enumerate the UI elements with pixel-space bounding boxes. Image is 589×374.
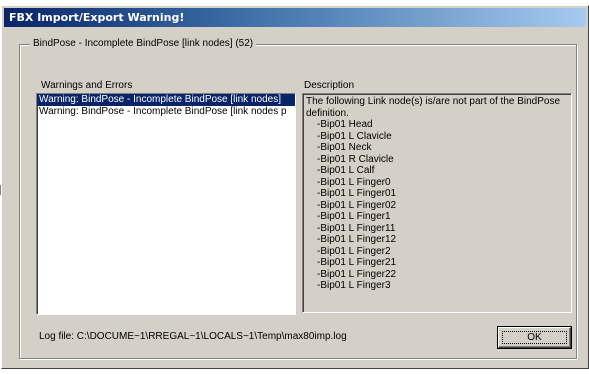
focus-rectangle [502, 331, 567, 344]
link-node-item: -Bip01 L Finger3 [317, 280, 391, 291]
link-node-item: -Bip01 L Finger12 [317, 234, 397, 245]
link-node-item: -Bip01 L Finger11 [317, 222, 396, 234]
link-node-item: -Bip01 L Finger1 [317, 211, 391, 222]
link-node-item: -Bip01 R Clavicle [317, 153, 394, 165]
link-node-item: -Bip01 L Finger21 [317, 257, 397, 268]
group-legend: BindPose - Incomplete BindPose [link nod… [30, 38, 257, 49]
link-node-item: -Bip01 L Calf [317, 165, 375, 176]
log-file-path: Log file: C:\DOCUME~1\RREGAL~1\LOCALS~1\… [39, 331, 347, 342]
warning-list-item[interactable]: Warning: BindPose - Incomplete BindPose … [37, 106, 295, 118]
link-node-item: -Bip01 L Finger0 [317, 176, 391, 188]
description-header: Description [304, 80, 355, 91]
dialog-title: FBX Import/Export Warning! [9, 11, 185, 24]
link-node-item: -Bip01 L Finger01 [317, 188, 397, 199]
warnings-list[interactable]: Warning: BindPose - Incomplete BindPose … [36, 93, 296, 315]
warning-list-item[interactable]: Warning: BindPose - Incomplete BindPose … [37, 94, 295, 106]
link-node-list: -Bip01 Head -Bip01 L Clavicle -Bip01 Neck -… [306, 119, 568, 292]
link-node-item: -Bip01 Head [317, 119, 373, 130]
description-intro: The following Link node(s) is/are not pa… [306, 96, 563, 119]
link-node-item: -Bip01 L Finger2 [317, 245, 391, 257]
title-bar[interactable]: FBX Import/Export Warning! [4, 8, 586, 27]
warnings-header: Warnings and Errors [41, 80, 133, 91]
description-box[interactable]: The following Link node(s) is/are not pa… [302, 93, 572, 313]
link-node-item: -Bip01 Neck [317, 142, 372, 153]
link-node-item: -Bip01 L Finger22 [317, 268, 397, 280]
ok-button[interactable]: OK [498, 327, 571, 348]
link-node-item: -Bip01 L Clavicle [317, 130, 392, 142]
link-node-item: -Bip01 L Finger02 [317, 199, 397, 211]
